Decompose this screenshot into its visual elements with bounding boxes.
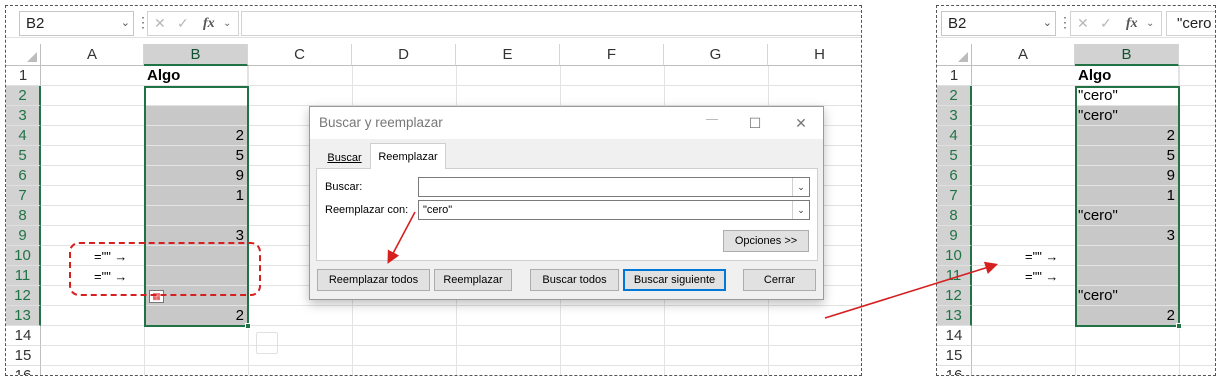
arrow-to-replace-all [387,211,416,264]
annotation-arrows [387,211,999,319]
tab-reemplazar[interactable]: Reemplazar [370,143,446,169]
arrow-to-result [824,261,999,319]
tab-reemplazar-label: Reemplazar [378,151,438,163]
